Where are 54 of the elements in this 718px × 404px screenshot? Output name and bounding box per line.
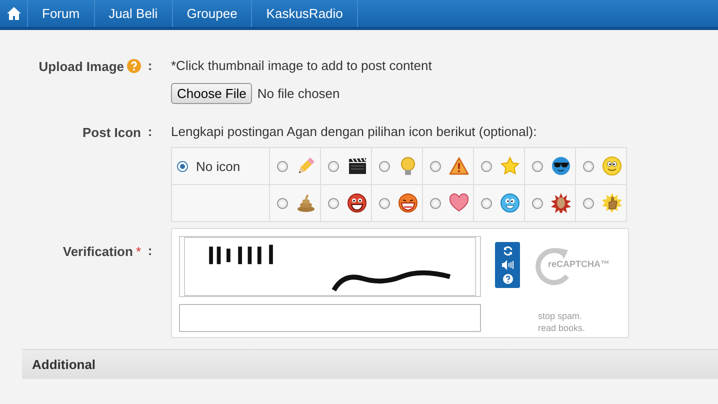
- radio-button[interactable]: [583, 160, 594, 172]
- heart-icon: [449, 193, 469, 213]
- radio-button[interactable]: [328, 198, 339, 208]
- help-icon: [502, 274, 512, 284]
- sunglasses-face-icon: [551, 156, 571, 176]
- colon: :: [146, 123, 154, 141]
- radio-button[interactable]: [430, 160, 441, 172]
- field-label: Post Icon: [82, 124, 141, 140]
- home-icon[interactable]: [6, 7, 20, 20]
- nav-link[interactable]: Groupee: [172, 0, 252, 27]
- colon: :: [146, 242, 154, 260]
- thumbs-up-icon: [602, 193, 622, 213]
- poop-icon: [296, 193, 316, 213]
- required-mark: *: [136, 244, 141, 258]
- colon: :: [146, 57, 154, 75]
- radio-button[interactable]: [430, 198, 441, 208]
- tagline: stop spam. read books.: [538, 310, 586, 334]
- captcha-answer-field[interactable]: [179, 304, 481, 332]
- field-label: Upload Image: [38, 58, 124, 74]
- radio-button[interactable]: [177, 160, 188, 172]
- hint-text: Lengkapi postingan Agan dengan pilihan icon berikut (optional):: [171, 124, 537, 139]
- grinning-face-icon: [347, 193, 367, 213]
- logo-text: reCAPTCHA™: [548, 259, 610, 269]
- file-status: No file chosen: [257, 86, 340, 101]
- speaker-icon: [502, 260, 514, 270]
- nav-link[interactable]: Jual Beli: [94, 0, 173, 27]
- pencil-icon: [296, 156, 316, 176]
- burst-icon: [551, 193, 571, 213]
- laughing-face-icon: [398, 193, 418, 213]
- hint-text: *Click thumbnail image to add to post content: [171, 58, 432, 73]
- radio-button[interactable]: [532, 198, 543, 208]
- radio-button[interactable]: [481, 160, 492, 172]
- star-icon: [500, 156, 520, 176]
- choose-file-button[interactable]: Choose File: [171, 83, 252, 104]
- radio-button[interactable]: [328, 160, 339, 172]
- radio-button[interactable]: [277, 160, 288, 172]
- radio-button[interactable]: [481, 198, 492, 208]
- radio-button[interactable]: [379, 160, 390, 172]
- help-icon[interactable]: [127, 59, 141, 73]
- section-title: Additional: [32, 357, 96, 372]
- radio-button[interactable]: [277, 198, 288, 208]
- warning-icon: [449, 156, 469, 176]
- smiley-face-icon: [602, 156, 622, 176]
- smiley-face-icon: [500, 193, 520, 213]
- radio-button[interactable]: [583, 198, 594, 208]
- light-bulb-icon: [398, 156, 418, 176]
- nav-link[interactable]: Forum: [28, 0, 95, 27]
- option-label[interactable]: No icon: [196, 158, 240, 174]
- radio-button[interactable]: [379, 198, 390, 208]
- radio-button[interactable]: [532, 160, 543, 172]
- field-label: Verification: [62, 244, 133, 258]
- clapperboard-icon: [347, 156, 367, 176]
- reload-icon: [502, 246, 512, 256]
- nav-link[interactable]: KaskusRadio: [252, 0, 358, 27]
